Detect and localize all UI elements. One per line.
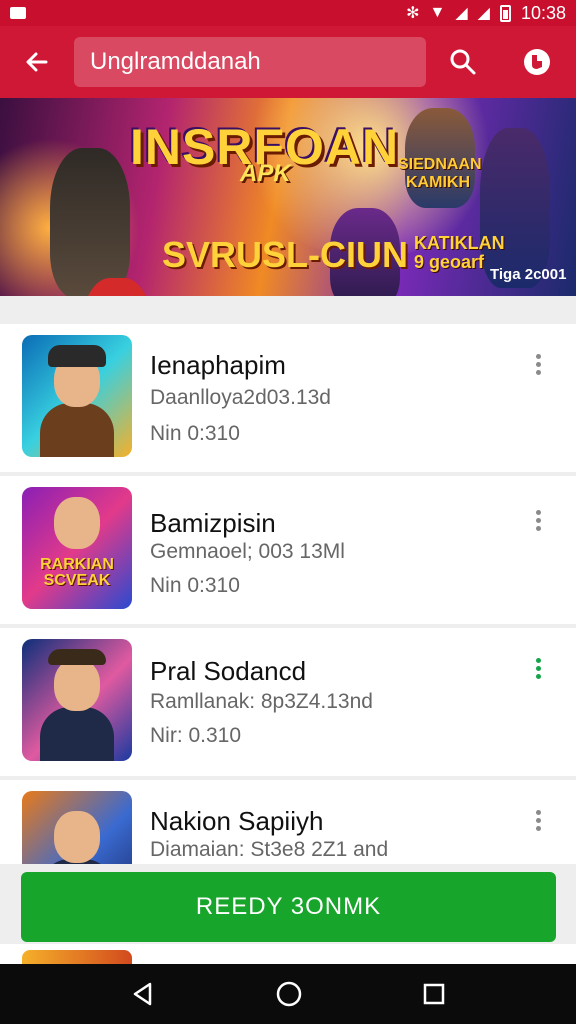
search-button[interactable] (426, 26, 500, 98)
app-bar: Unglramddanah (0, 26, 576, 98)
banner-subtitle: SVRUSL-CIUN (162, 234, 409, 275)
more-options-button[interactable] (528, 354, 548, 375)
thumb-hat (48, 649, 106, 665)
more-options-button[interactable] (528, 810, 548, 831)
list-item[interactable]: RARKIAN SCVEAK Bamizpisin Gemnaoel; 003 … (0, 476, 576, 624)
app-detail: Ramllanak: 8p3Z4.13nd (150, 690, 373, 713)
banner-side-text: SIEDNAAN KAMIKH (398, 156, 482, 191)
back-button[interactable] (0, 26, 74, 98)
app-name: Nakion Sapiiyh (150, 806, 324, 836)
app-thumbnail: RARKIAN SCVEAK (22, 487, 132, 609)
signal-icon: ◢ (455, 5, 468, 22)
home-circle-icon[interactable] (275, 980, 303, 1008)
app-detail: Gemnaoel; 003 13Ml (150, 540, 345, 563)
section-gap (0, 296, 576, 324)
status-time: 10:38 (520, 2, 566, 23)
ready-button[interactable]: REEDY 3ONMK (21, 872, 556, 942)
app-name: Bamizpisin (150, 508, 276, 538)
recents-square-icon[interactable] (422, 982, 446, 1006)
app-thumbnail (22, 791, 132, 864)
app-thumbnail (22, 335, 132, 457)
app-detail: Daanlloya2d03.13d (150, 386, 331, 409)
status-bar: ✻ ▼ ◢ ◢ 10:38 (0, 0, 576, 26)
navigation-bar (0, 964, 576, 1024)
thumb-text: RARKIAN SCVEAK (40, 556, 114, 589)
app-name: Pral Sodancd (150, 656, 307, 686)
app-version: Nir: 0.310 (150, 724, 242, 747)
banner-rated-title: KATIKLAN (414, 233, 505, 253)
search-field-text: Unglramddanah (90, 48, 261, 75)
app-version: Nin 0:310 (150, 574, 240, 597)
app-detail: Diamaian: St3e8 2Z1 and (150, 838, 389, 861)
search-icon (450, 49, 476, 75)
notification-icon (10, 7, 26, 19)
app-name: Ienaphapim (150, 350, 286, 380)
list-item[interactable]: Nakion Sapiiyh Diamaian: St3e8 2Z1 and (0, 780, 576, 864)
app-version: Nin 0:310 (150, 422, 240, 445)
back-arrow-icon (26, 52, 48, 72)
ready-button-label: REEDY 3ONMK (195, 893, 382, 920)
back-triangle-icon[interactable] (130, 981, 156, 1007)
bluetooth-icon: ✻ (406, 5, 420, 22)
account-button[interactable] (500, 26, 574, 98)
signal-icon: ◢ (477, 5, 490, 22)
banner-tag: APK (240, 160, 291, 187)
search-field[interactable]: Unglramddanah (74, 37, 426, 87)
more-options-button[interactable] (528, 658, 548, 679)
wifi-icon: ▼ (429, 4, 446, 21)
banner-year: Tiga 2c001 (490, 266, 567, 283)
thumb-face (54, 659, 100, 711)
banner-character (50, 148, 130, 296)
thumb-body (40, 707, 114, 761)
shield-icon (524, 49, 550, 75)
app-thumbnail (22, 639, 132, 761)
list-item[interactable]: Ienaphapim Daanlloya2d03.13d Nin 0:310 (0, 324, 576, 472)
thumb-hat (48, 345, 106, 367)
status-icons: ✻ ▼ ◢ ◢ 10:38 (406, 3, 566, 24)
thumb-body (40, 403, 114, 457)
list-item[interactable]: Pral Sodancd Ramllanak: 8p3Z4.13nd Nir: … (0, 628, 576, 776)
app-thumbnail-peek (22, 950, 132, 964)
thumb-face (54, 811, 100, 863)
thumb-face (54, 497, 100, 549)
battery-icon (499, 4, 511, 22)
more-options-button[interactable] (528, 510, 548, 531)
promo-banner[interactable]: INSRFOAN APK SIEDNAAN KAMIKH SVRUSL-CIUN… (0, 98, 576, 296)
